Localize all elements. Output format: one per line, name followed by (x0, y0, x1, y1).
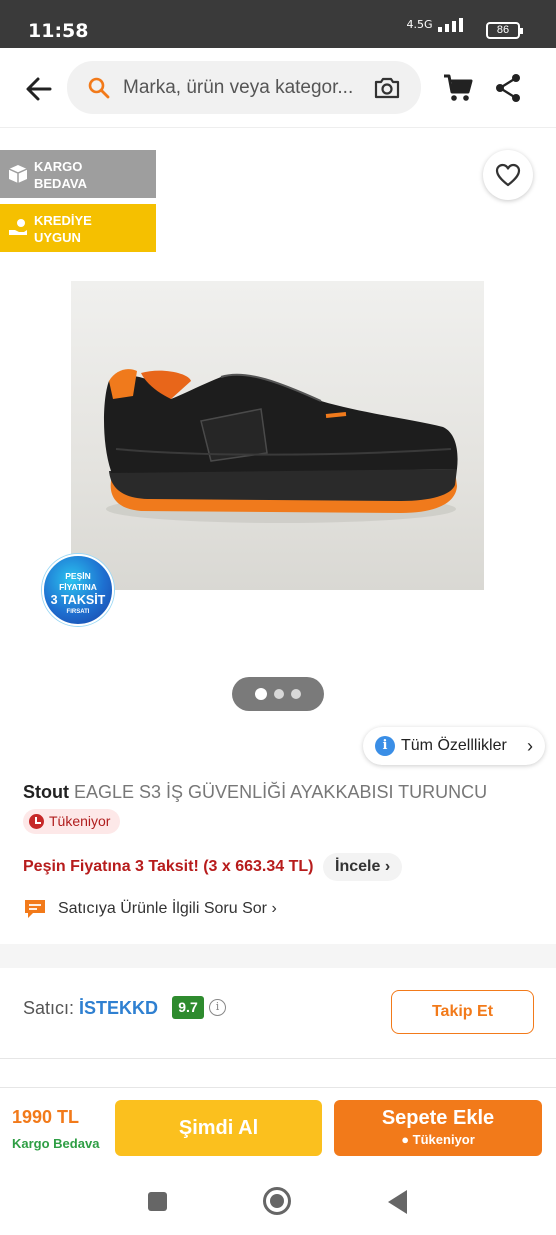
all-features-label: Tüm Özelllikler (401, 737, 507, 754)
gallery-pagination[interactable] (232, 677, 324, 711)
top-bar (0, 48, 556, 128)
system-navigation-bar (0, 1165, 556, 1235)
box-icon (8, 165, 28, 183)
badge-line: KREDİYE (34, 213, 92, 228)
pagination-dot-active[interactable] (255, 688, 267, 700)
ask-seller-label: Satıcıya Ürünle İlgili Soru Sor (58, 900, 267, 917)
back-icon[interactable] (388, 1190, 407, 1214)
chat-bubble-icon (25, 900, 45, 918)
installment-offer: Peşin Fiyatına 3 Taksit! (3 x 663.34 TL) (23, 858, 314, 875)
info-icon: i (375, 736, 395, 756)
stock-status-badge: Tükeniyor (23, 809, 121, 834)
share-icon[interactable] (494, 72, 522, 109)
installment-promo-sticker: PEŞİN FİYATINA 3 TAKSİT FIRSATI (42, 554, 114, 626)
section-divider (0, 944, 556, 968)
promo-line: PEŞİN (65, 571, 91, 581)
clock-icon (29, 814, 44, 829)
heart-icon (495, 163, 521, 187)
chevron-right-icon: › (384, 858, 391, 875)
camera-icon[interactable] (373, 75, 401, 101)
badge-line: BEDAVA (34, 176, 87, 191)
recent-apps-icon[interactable] (148, 1192, 167, 1211)
product-brand[interactable]: Stout (23, 782, 69, 802)
product-title: Stout EAGLE S3 İŞ GÜVENLİĞİ AYAKKABISI T… (23, 780, 543, 804)
hand-coin-icon (9, 219, 27, 235)
status-bar: 11:58 4.5G 86 (0, 0, 556, 48)
seller-label: Satıcı: (23, 998, 75, 1018)
seller-info: Satıcı: İSTEKKD (23, 996, 158, 1020)
add-to-cart-status: Tükeniyor (412, 1132, 475, 1147)
chevron-right-icon: › (527, 736, 533, 756)
add-to-cart-button[interactable]: Sepete Ekle ● Tükeniyor (334, 1100, 542, 1156)
info-icon[interactable]: i (209, 999, 226, 1016)
badge-line: UYGUN (34, 230, 81, 245)
promo-line: FIRSATI (66, 609, 90, 615)
network-type: 4.5G (406, 18, 433, 31)
bottom-action-bar: 1990 TL Kargo Bedava Şimdi Al Sepete Ekl… (0, 1087, 556, 1165)
search-bar[interactable] (67, 61, 421, 114)
search-input[interactable] (123, 61, 363, 114)
cart-icon[interactable] (442, 72, 474, 109)
promo-line: 3 TAKSİT (50, 593, 106, 607)
free-shipping-badge: KARGO BEDAVA (0, 150, 156, 198)
add-to-cart-label: Sepete Ekle (381, 1107, 495, 1129)
back-arrow-icon[interactable] (22, 72, 56, 106)
badge-line: KARGO (34, 159, 83, 174)
seller-score-badge: 9.7 (172, 996, 204, 1019)
pagination-dot[interactable] (274, 689, 284, 699)
home-icon[interactable] (263, 1187, 291, 1215)
network-indicator: 4.5G (406, 18, 466, 32)
follow-seller-button[interactable]: Takip Et (391, 990, 534, 1034)
installment-details-label: İncele (335, 858, 381, 875)
credit-eligible-badge: KREDİYE UYGUN (0, 204, 156, 252)
section-divider (0, 1058, 556, 1059)
product-name: EAGLE S3 İŞ GÜVENLİĞİ AYAKKABISI TURUNCU (74, 782, 488, 802)
ask-seller-link[interactable]: Satıcıya Ürünle İlgili Soru Sor › (23, 896, 277, 922)
installment-details-button[interactable]: İncele › (323, 853, 403, 881)
search-icon (88, 77, 110, 99)
add-to-cart-sublabel: ● Tükeniyor (401, 1132, 475, 1147)
chevron-right-icon: › (271, 900, 277, 917)
product-image[interactable] (71, 281, 484, 590)
promo-line: FİYATINA (59, 582, 97, 592)
all-features-button[interactable]: i Tüm Özelllikler › (363, 727, 545, 765)
free-shipping-label: Kargo Bedava (12, 1136, 100, 1151)
shoe-image (104, 369, 458, 523)
stock-status-label: Tükeniyor (49, 813, 111, 829)
seller-name[interactable]: İSTEKKD (79, 998, 158, 1018)
favorite-button[interactable] (483, 150, 533, 200)
product-price: 1990 TL (12, 1107, 80, 1127)
status-time: 11:58 (28, 20, 89, 42)
pagination-dot[interactable] (291, 689, 301, 699)
battery-icon: 86 (486, 22, 523, 39)
buy-now-button[interactable]: Şimdi Al (115, 1100, 322, 1156)
signal-icon (438, 18, 463, 32)
